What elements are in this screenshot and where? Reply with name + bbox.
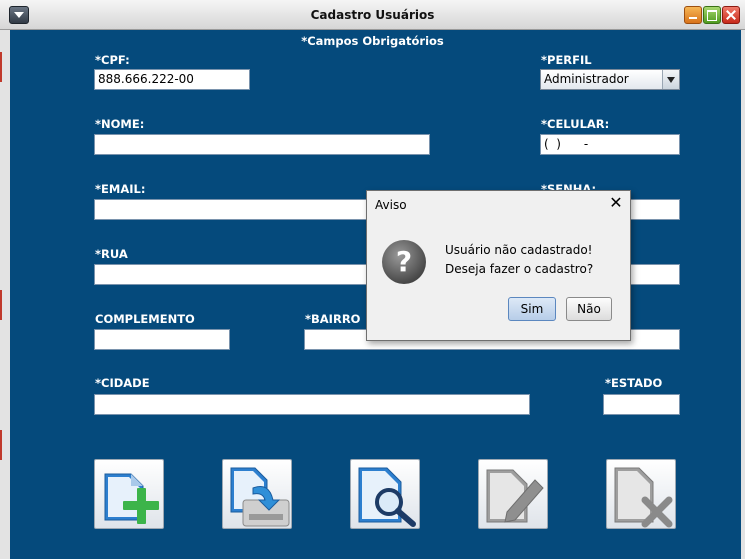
celular-label: *CELULAR: [541,117,610,131]
window-frame-left [0,30,10,559]
estado-field[interactable] [603,394,680,415]
nome-label: *NOME: [95,117,145,131]
edit-user-button[interactable] [478,459,548,529]
maximize-icon[interactable] [703,6,721,24]
rua-label: *RUA [95,247,128,261]
complemento-field[interactable] [94,329,230,350]
dialog-title: Aviso [375,198,407,212]
celular-field[interactable]: ( ) - [540,134,680,155]
perfil-label: *PERFIL [541,53,592,67]
required-fields-note: *Campos Obrigatórios [301,34,444,48]
cpf-label: *CPF: [95,53,130,67]
bairro-label: *BAIRRO [305,312,361,326]
edit-document-icon [486,469,544,523]
cpf-field[interactable]: 888.666.222-00 [94,69,250,90]
title-bar: Cadastro Usuários [0,0,745,30]
chevron-down-icon[interactable] [662,70,679,89]
save-user-button[interactable] [222,459,292,529]
estado-label: *ESTADO [605,376,663,390]
delete-user-button[interactable] [606,459,676,529]
window-title: Cadastro Usuários [310,8,435,22]
yes-button[interactable]: Sim [508,297,556,321]
cidade-field[interactable] [94,394,530,415]
dialog-message-line1: Usuário não cadastrado! [445,243,593,257]
add-document-icon [104,473,159,524]
window-frame-right [741,30,745,559]
search-document-icon [358,467,416,527]
confirm-dialog: Aviso ✕ ? Usuário não cadastrado! Deseja… [366,190,631,341]
complemento-label: COMPLEMENTO [95,312,195,326]
save-document-icon [230,467,290,527]
app-window: Cadastro Usuários *Campos Obrigatórios *… [0,0,745,559]
perfil-selected-value: Administrador [544,72,629,86]
nome-field[interactable] [94,134,430,155]
question-icon: ? [382,240,426,284]
close-icon[interactable]: ✕ [607,194,625,212]
no-button[interactable]: Não [566,297,612,321]
dialog-message-line2: Deseja fazer o cadastro? [445,262,594,276]
perfil-select[interactable]: Administrador [540,69,680,90]
close-window-icon[interactable] [722,6,740,24]
cidade-label: *CIDADE [95,376,150,390]
delete-document-icon [614,467,673,528]
search-user-button[interactable] [350,459,420,529]
minimize-icon[interactable] [684,6,702,24]
email-label: *EMAIL: [95,182,146,196]
add-user-button[interactable] [94,459,164,529]
